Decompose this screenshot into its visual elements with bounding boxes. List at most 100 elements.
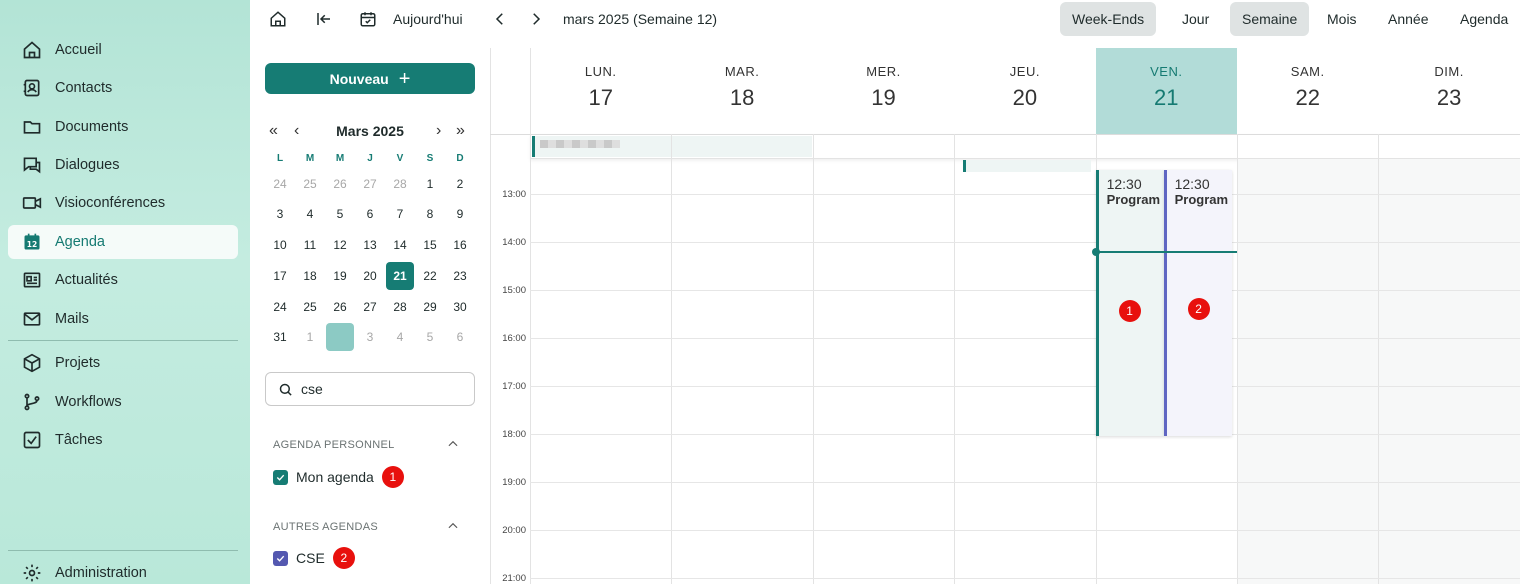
mini-calendar-day[interactable]: 15 (416, 231, 444, 259)
day-header[interactable]: MAR. 18 (671, 48, 812, 134)
prev-month-icon[interactable]: ‹ (294, 122, 299, 140)
mini-calendar-day[interactable]: 2 (446, 170, 474, 198)
mini-calendar-day[interactable]: 8 (416, 200, 444, 228)
checkbox-icon (21, 429, 43, 451)
mini-calendar-day[interactable]: 16 (446, 231, 474, 259)
day-header[interactable]: DIM. 23 (1378, 48, 1519, 134)
mini-calendar-day[interactable]: 24 (266, 293, 294, 321)
calendar-item-cse[interactable]: CSE 2 (273, 547, 355, 569)
prev-year-icon[interactable]: « (269, 122, 278, 140)
nav-item-agenda[interactable]: 12 Agenda (8, 225, 238, 259)
mini-calendar-day[interactable]: 19 (326, 262, 354, 290)
mini-calendar-day[interactable]: 17 (266, 262, 294, 290)
mini-calendar-day[interactable]: 28 (386, 293, 414, 321)
chevron-up-icon[interactable] (446, 437, 460, 451)
mini-calendar-day[interactable]: 12 (326, 231, 354, 259)
view-agenda-button[interactable]: Agenda (1448, 2, 1520, 36)
nav-item-taches[interactable]: Tâches (8, 423, 238, 457)
view-year-button[interactable]: Année (1376, 2, 1440, 36)
chevron-right-icon[interactable] (526, 9, 546, 29)
mini-calendar-day[interactable]: 29 (416, 293, 444, 321)
day-header[interactable]: LUN. 17 (530, 48, 671, 134)
mini-calendar-day[interactable]: 4 (296, 200, 324, 228)
mini-calendar-day[interactable]: 27 (356, 170, 384, 198)
nav-item-documents[interactable]: Documents (8, 110, 238, 144)
mini-calendar-day[interactable]: 1 (296, 323, 324, 351)
event-block[interactable]: 12:30 Program 1 (1095, 170, 1164, 436)
toolbar: Aujourd'hui mars 2025 (Semaine 12) Week-… (250, 0, 1520, 38)
mini-calendar-day[interactable]: 6 (446, 323, 474, 351)
home-icon[interactable] (268, 9, 288, 29)
nav-item-dialogues[interactable]: Dialogues (8, 148, 238, 182)
day-header[interactable]: JEU. 20 (954, 48, 1095, 134)
next-month-icon[interactable]: › (436, 122, 441, 140)
checkbox[interactable] (273, 550, 288, 566)
mini-calendar-day[interactable]: 7 (386, 200, 414, 228)
mini-calendar-day[interactable]: 4 (386, 323, 414, 351)
nav-item-label: Tâches (55, 432, 103, 448)
annotation-badge: 1 (381, 466, 404, 488)
mini-calendar-day[interactable]: 2 (326, 323, 354, 351)
mini-calendar-day[interactable]: 5 (326, 200, 354, 228)
mini-calendar-day[interactable]: 25 (296, 293, 324, 321)
mini-calendar-day[interactable]: 1 (416, 170, 444, 198)
new-event-button[interactable]: Nouveau + (265, 63, 475, 94)
mini-calendar-day[interactable]: 31 (266, 323, 294, 351)
collapse-sidebar-icon[interactable] (314, 9, 334, 29)
mini-calendar-day[interactable]: 11 (296, 231, 324, 259)
sidebar-divider (8, 550, 238, 551)
day-header[interactable]: VEN. 21 (1095, 48, 1237, 134)
mini-calendar-day[interactable]: 22 (416, 262, 444, 290)
mini-calendar-day[interactable]: 13 (356, 231, 384, 259)
mini-calendar-day[interactable]: 21 (386, 262, 414, 290)
mini-calendar-day[interactable]: 3 (266, 200, 294, 228)
hour-line (530, 530, 1520, 531)
mini-calendar-day[interactable]: 20 (356, 262, 384, 290)
day-header[interactable]: SAM. 22 (1237, 48, 1378, 134)
nav-item-contacts[interactable]: Contacts (8, 71, 238, 105)
nav-item-workflows[interactable]: Workflows (8, 385, 238, 419)
mini-calendar-day[interactable]: 25 (296, 170, 324, 198)
nav-item-mails[interactable]: Mails (8, 302, 238, 336)
day-header[interactable]: MER. 19 (813, 48, 954, 134)
mini-calendar-day[interactable]: 14 (386, 231, 414, 259)
home-icon (21, 39, 43, 61)
nav-item-projets[interactable]: Projets (8, 346, 238, 380)
mini-calendar-day[interactable]: 23 (446, 262, 474, 290)
mini-calendar-day[interactable]: 24 (266, 170, 294, 198)
today-calendar-icon[interactable] (358, 9, 378, 29)
mini-calendar-day[interactable]: 9 (446, 200, 474, 228)
hour-line (530, 338, 1520, 339)
view-week-button[interactable]: Semaine (1230, 2, 1310, 36)
next-year-icon[interactable]: » (456, 122, 465, 140)
column-divider (1378, 134, 1380, 584)
event-block[interactable]: 12:30 Program 2 (1163, 170, 1232, 436)
checkbox[interactable] (273, 469, 288, 485)
view-day-button[interactable]: Jour (1170, 2, 1221, 36)
chevron-left-icon[interactable] (490, 9, 510, 29)
mini-calendar-day[interactable]: 6 (356, 200, 384, 228)
nav-item-visioconferences[interactable]: Visioconférences (8, 186, 238, 220)
nav-item-actualites[interactable]: Actualités (8, 263, 238, 297)
mini-calendar-day[interactable]: 26 (326, 170, 354, 198)
mini-calendar-day[interactable]: 28 (386, 170, 414, 198)
mini-calendar-day[interactable]: 27 (356, 293, 384, 321)
mini-calendar-day[interactable]: 26 (326, 293, 354, 321)
mini-calendar-day[interactable]: 30 (446, 293, 474, 321)
hour-line (530, 194, 1520, 195)
chevron-up-icon[interactable] (446, 519, 460, 533)
thursday-event-fragment[interactable] (963, 160, 1091, 172)
annotation-badge: 2 (332, 547, 355, 569)
view-month-button[interactable]: Mois (1315, 2, 1369, 36)
weekends-toggle[interactable]: Week-Ends (1060, 2, 1157, 36)
nav-item-accueil[interactable]: Accueil (8, 33, 238, 67)
calendar-search[interactable] (265, 372, 475, 406)
search-input[interactable] (301, 381, 461, 397)
mini-calendar-day[interactable]: 10 (266, 231, 294, 259)
mini-calendar-day[interactable]: 18 (296, 262, 324, 290)
today-button[interactable]: Aujourd'hui (393, 11, 463, 27)
calendar-item-mon-agenda[interactable]: Mon agenda 1 (273, 466, 404, 488)
mini-calendar-day[interactable]: 3 (356, 323, 384, 351)
nav-item-administration[interactable]: Administration (8, 556, 238, 584)
mini-calendar-day[interactable]: 5 (416, 323, 444, 351)
